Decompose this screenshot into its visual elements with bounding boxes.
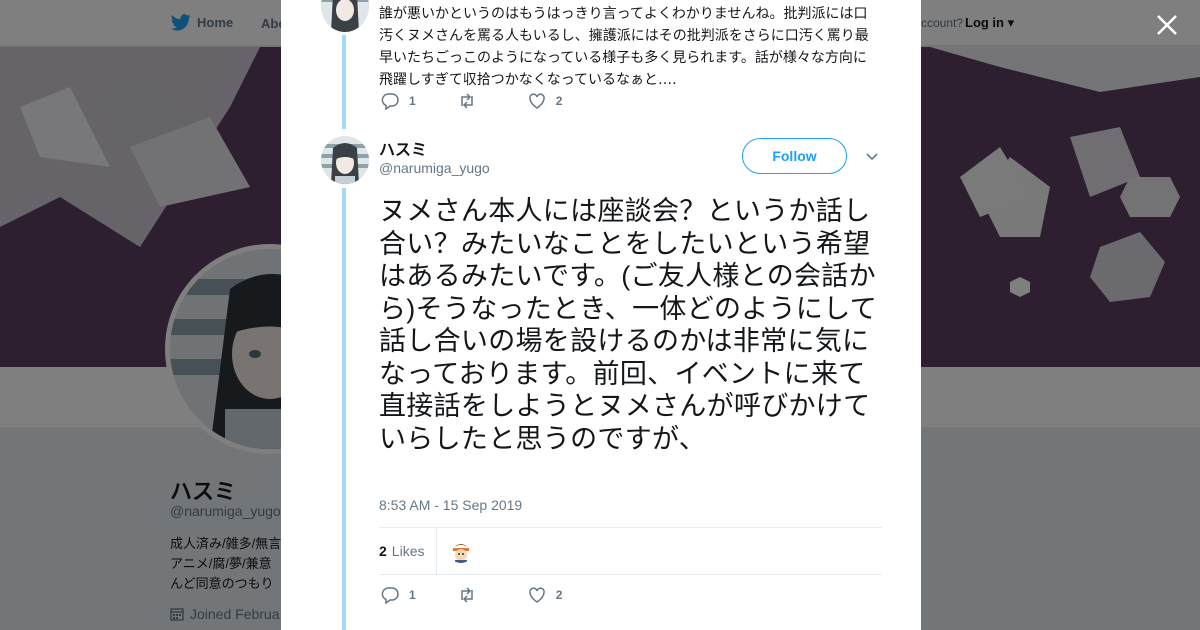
tweet-author-name[interactable]: ハスミ	[379, 136, 427, 160]
tweet-author-handle[interactable]: @narumiga_yugo	[379, 160, 490, 176]
like-button[interactable]: 2	[528, 586, 563, 604]
like-button[interactable]: 2	[528, 92, 563, 110]
likes-stat[interactable]: 2 Likes	[379, 528, 438, 574]
like-count: 2	[555, 588, 563, 602]
avatar-illustration	[321, 0, 369, 32]
thread-connector	[342, 35, 346, 129]
tweet-author-avatar[interactable]	[321, 136, 369, 184]
retweet-button[interactable]	[458, 92, 486, 110]
likes-count: 2	[379, 543, 387, 559]
reply-button[interactable]: 1	[381, 586, 416, 604]
reply-button[interactable]: 1	[381, 92, 416, 110]
heart-icon	[528, 587, 545, 603]
close-icon[interactable]	[1154, 12, 1180, 38]
tweet-text: ヌメさん本人には座談会？というか話し合い？みたいなことをしたいという希望はあるみ…	[379, 196, 877, 454]
retweet-icon	[460, 587, 473, 603]
avatar-illustration	[321, 136, 369, 184]
heart-icon	[528, 93, 545, 109]
reply-icon	[381, 587, 399, 604]
chevron-down-icon[interactable]	[865, 150, 879, 164]
likes-label: Likes	[391, 543, 425, 559]
reply-icon	[381, 93, 399, 110]
retweet-button[interactable]	[458, 586, 486, 604]
follow-button[interactable]: Follow	[742, 138, 847, 174]
previous-tweet-avatar[interactable]	[321, 0, 369, 32]
tweet-timestamp[interactable]: 8:53 AM - 15 Sep 2019	[379, 497, 522, 513]
reply-count: 1	[409, 588, 416, 602]
retweet-icon	[460, 93, 473, 109]
previous-tweet-text: 誰が悪いかというのはもうはっきり言ってよくわかりませんね。批判派には口汚くヌメさ…	[379, 5, 869, 87]
tweet-stats: 2 Likes	[379, 527, 882, 575]
like-count: 2	[555, 94, 563, 108]
tweet-actions: 1 2	[381, 586, 604, 604]
previous-tweet-actions: 1 2	[381, 92, 604, 110]
thread-connector	[342, 188, 346, 630]
liker-avatar[interactable]	[449, 539, 474, 563]
reply-count: 1	[409, 94, 416, 108]
tweet-permalink-modal: 誰が悪いかというのはもうはっきり言ってよくわかりませんね。批判派には口汚くヌメさ…	[281, 0, 921, 630]
avatar-illustration	[449, 539, 474, 563]
